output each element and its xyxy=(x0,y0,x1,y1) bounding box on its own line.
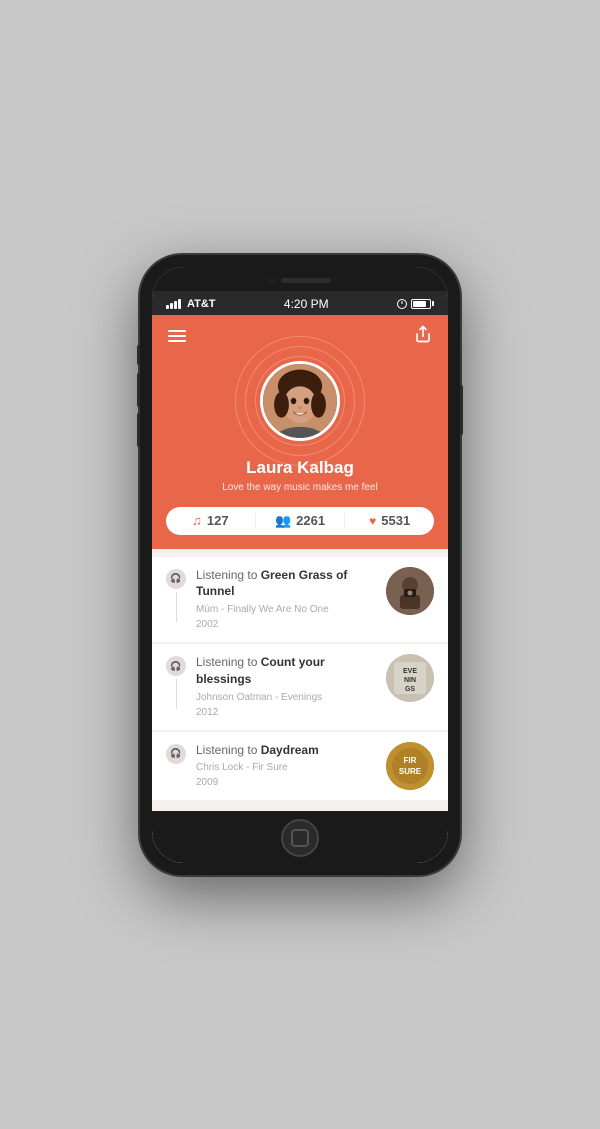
app-area: Laura Kalbag Love the way music makes me… xyxy=(152,315,448,811)
feed-line-1 xyxy=(176,592,177,622)
svg-text:FIR: FIR xyxy=(404,756,417,765)
feed-meta-3: Chris Lock - Fir Sure 2009 xyxy=(196,760,376,790)
activity-feed: 🎧 Listening to Green Grass of Tunnel Múm… xyxy=(152,549,448,811)
status-right xyxy=(397,299,434,309)
profile-bio: Love the way music makes me feel xyxy=(152,482,448,493)
heart-icon: ♥ xyxy=(369,514,376,528)
thumb-image-1 xyxy=(386,567,434,615)
feed-content-2: Listening to Count your blessings Johnso… xyxy=(196,654,376,720)
svg-text:EVE: EVE xyxy=(403,668,417,675)
phone-screen: AT&T 4:20 PM xyxy=(152,267,448,863)
stat-likes[interactable]: ♥ 5531 xyxy=(345,513,434,529)
stat-music[interactable]: ♫ 127 xyxy=(166,513,256,529)
feed-item-2[interactable]: 🎧 Listening to Count your blessings John… xyxy=(152,644,448,730)
stat-followers-value: 2261 xyxy=(296,513,325,528)
feed-content-1: Listening to Green Grass of Tunnel Múm -… xyxy=(196,567,376,633)
clock-icon xyxy=(397,299,407,309)
stat-music-value: 127 xyxy=(207,513,229,528)
feed-item-3[interactable]: 🎧 Listening to Daydream Chris Lock - Fir… xyxy=(152,732,448,801)
svg-text:GS: GS xyxy=(405,686,415,693)
feed-thumb-2: EVE NIN GS xyxy=(386,654,434,702)
feed-text-1: Listening to Green Grass of Tunnel xyxy=(196,567,376,601)
svg-text:NIN: NIN xyxy=(404,677,416,684)
feed-line-2 xyxy=(176,679,177,709)
home-button-area xyxy=(152,811,448,863)
headphone-icon-2: 🎧 xyxy=(166,656,186,676)
feed-meta-2: Johnson Oatman - Evenings 2012 xyxy=(196,690,376,720)
feed-timeline-1: 🎧 xyxy=(166,567,186,622)
stats-bar: ♫ 127 👥 2261 ♥ 5531 xyxy=(166,507,434,535)
status-bar: AT&T 4:20 PM xyxy=(152,291,448,315)
share-button[interactable] xyxy=(414,325,432,348)
avatar-container xyxy=(152,348,448,458)
phone-device: AT&T 4:20 PM xyxy=(140,255,460,875)
feed-thumb-3: FIR SURE xyxy=(386,742,434,790)
avatar[interactable] xyxy=(260,361,340,441)
home-button-inner xyxy=(291,829,309,847)
stat-followers[interactable]: 👥 2261 xyxy=(256,513,346,529)
feed-content-3: Listening to Daydream Chris Lock - Fir S… xyxy=(196,742,376,791)
svg-text:SURE: SURE xyxy=(399,767,422,776)
feed-title-3: Daydream xyxy=(261,743,319,757)
thumb-image-2: EVE NIN GS xyxy=(386,654,434,702)
status-left: AT&T xyxy=(166,298,216,310)
share-icon xyxy=(414,325,432,343)
headphone-icon-3: 🎧 xyxy=(166,744,186,764)
avatar-image xyxy=(263,364,337,438)
feed-text-2: Listening to Count your blessings xyxy=(196,654,376,688)
time-label: 4:20 PM xyxy=(284,297,329,311)
stat-likes-value: 5531 xyxy=(381,513,410,528)
feed-text-3: Listening to Daydream xyxy=(196,742,376,759)
signal-icon xyxy=(166,299,181,309)
thumb-image-3: FIR SURE xyxy=(386,742,434,790)
profile-section: Laura Kalbag Love the way music makes me… xyxy=(152,315,448,549)
phone-top xyxy=(152,267,448,291)
feed-thumb-1 xyxy=(386,567,434,615)
carrier-label: AT&T xyxy=(187,298,216,310)
camera-dot xyxy=(269,278,275,284)
feed-timeline-3: 🎧 xyxy=(166,742,186,764)
people-icon: 👥 xyxy=(275,513,291,529)
speaker-grille xyxy=(281,278,331,283)
music-icon: ♫ xyxy=(192,513,202,528)
menu-button[interactable] xyxy=(168,330,186,342)
feed-meta-1: Múm - Finally We Are No One 2002 xyxy=(196,602,376,632)
battery-icon xyxy=(411,299,434,309)
feed-timeline-2: 🎧 xyxy=(166,654,186,709)
headphone-icon-1: 🎧 xyxy=(166,569,186,589)
home-button[interactable] xyxy=(281,819,319,857)
feed-item-1[interactable]: 🎧 Listening to Green Grass of Tunnel Múm… xyxy=(152,557,448,643)
